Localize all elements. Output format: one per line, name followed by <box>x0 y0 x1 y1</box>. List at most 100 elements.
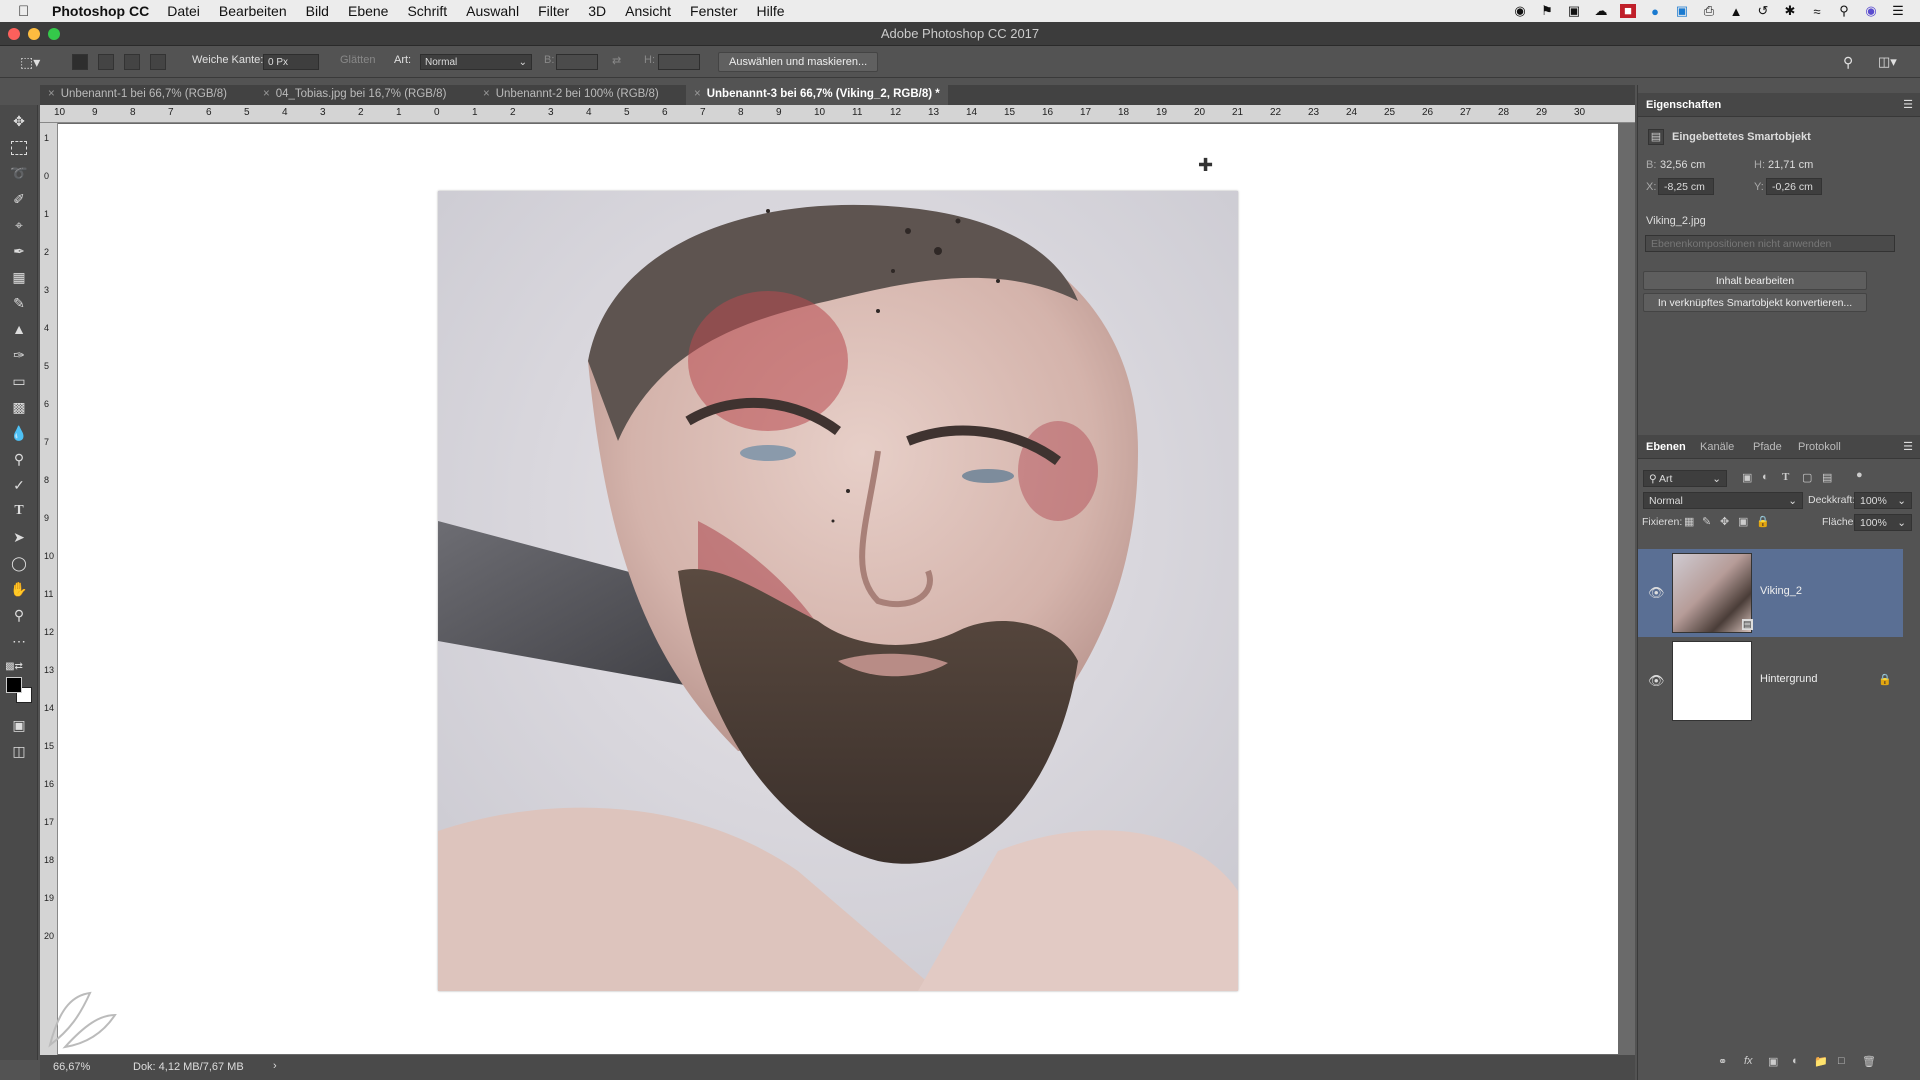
opacity-input[interactable]: 100% ⌄ <box>1854 492 1912 509</box>
lasso-tool-icon[interactable]: ➰ <box>9 163 29 183</box>
close-tab-icon[interactable]: × <box>263 88 270 100</box>
width-value[interactable]: 32,56 cm <box>1660 159 1705 171</box>
eyedropper-tool-icon[interactable]: ✒ <box>9 241 29 261</box>
layer-filter-select[interactable]: ⚲ Art ⌄ <box>1643 470 1727 487</box>
panel-menu-icon[interactable]: ☰ <box>1903 98 1913 111</box>
width-input[interactable] <box>556 54 598 70</box>
notification-center-icon[interactable]: ☰ <box>1890 3 1906 19</box>
menu-schrift[interactable]: Schrift <box>407 3 447 19</box>
layer-lock-icon[interactable]: 🔒 <box>1878 673 1892 686</box>
convert-to-linked-button[interactable]: In verknüpftes Smartobjekt konvertieren.… <box>1643 293 1867 312</box>
style-select[interactable]: Normal ⌄ <box>420 54 532 70</box>
screen-mode-icon[interactable]: ◫ <box>9 741 29 761</box>
add-mask-icon[interactable]: ▣ <box>1768 1055 1778 1068</box>
filter-adjustment-icon[interactable]: ◐ <box>1762 471 1769 483</box>
filter-shape-icon[interactable]: ▢ <box>1802 471 1812 484</box>
menu-bearbeiten[interactable]: Bearbeiten <box>219 3 287 19</box>
record-icon[interactable]: ◉ <box>1512 3 1528 19</box>
tab-ebenen[interactable]: Ebenen <box>1646 441 1686 453</box>
layer-style-fx-icon[interactable]: fx <box>1744 1055 1753 1067</box>
layer-name[interactable]: Viking_2 <box>1760 585 1802 597</box>
y-position-input[interactable]: -0,26 cm <box>1766 178 1822 195</box>
time-machine-icon[interactable]: ↺ <box>1755 3 1771 19</box>
wifi-icon[interactable]: ≈ <box>1809 4 1825 19</box>
subtract-selection-icon[interactable] <box>124 54 140 70</box>
height-input[interactable] <box>658 54 700 70</box>
ellipse-tool-icon[interactable]: ◯ <box>9 553 29 573</box>
type-tool-icon[interactable]: T <box>9 501 29 521</box>
hand-tool-icon[interactable]: ✋ <box>9 579 29 599</box>
lock-position-icon[interactable]: ✥ <box>1720 515 1729 528</box>
quick-selection-tool-icon[interactable]: ✐ <box>9 189 29 209</box>
lock-pixels-icon[interactable]: ✎ <box>1702 515 1711 528</box>
tab-protokoll[interactable]: Protokoll <box>1798 441 1841 453</box>
x-position-input[interactable]: -8,25 cm <box>1658 178 1714 195</box>
menu-3d[interactable]: 3D <box>588 3 606 19</box>
lock-transparency-icon[interactable]: ▦ <box>1684 515 1694 528</box>
cloud-icon[interactable]: ☁ <box>1593 3 1609 19</box>
properties-title[interactable]: Eigenschaften <box>1646 99 1721 111</box>
app-blue-icon[interactable]: ● <box>1647 4 1663 19</box>
filter-pixel-icon[interactable]: ▣ <box>1742 471 1752 484</box>
apple-icon[interactable]:  <box>18 3 38 20</box>
close-tab-icon[interactable]: × <box>48 88 55 100</box>
status-menu-arrow-icon[interactable]: › <box>273 1060 277 1072</box>
viking-photo[interactable] <box>438 191 1238 991</box>
lock-artboard-icon[interactable]: ▣ <box>1738 515 1748 528</box>
clone-stamp-tool-icon[interactable]: ▲ <box>9 319 29 339</box>
link-layers-icon[interactable]: ⚭ <box>1718 1055 1727 1068</box>
filter-type-icon[interactable]: T <box>1782 471 1789 483</box>
zoom-tool-icon[interactable]: ⚲ <box>9 605 29 625</box>
printer-icon[interactable]: ⎙ <box>1701 3 1717 19</box>
blend-mode-select[interactable]: Normal ⌄ <box>1643 492 1803 509</box>
path-selection-tool-icon[interactable]: ➤ <box>9 527 29 547</box>
bluetooth-icon[interactable]: ✱ <box>1782 3 1798 19</box>
flag-icon[interactable]: ⚑ <box>1539 3 1555 19</box>
layer-name[interactable]: Hintergrund <box>1760 673 1817 685</box>
new-selection-icon[interactable] <box>72 54 88 70</box>
lock-all-icon[interactable]: 🔒 <box>1756 515 1770 528</box>
layer-row-viking-2[interactable]: 👁 ▤ Viking_2 <box>1638 549 1903 637</box>
app-blue-square-icon[interactable]: ▣ <box>1674 3 1690 19</box>
crop-tool-icon[interactable]: ⌖ <box>9 215 29 235</box>
new-group-icon[interactable]: 📁 <box>1814 1055 1828 1068</box>
default-colors-icon[interactable]: ▩⇄ <box>4 657 24 677</box>
tab-kanaele[interactable]: Kanäle <box>1700 441 1734 453</box>
tab-unbenannt-3[interactable]: × Unbenannt-3 bei 66,7% (Viking_2, RGB/8)… <box>686 85 948 105</box>
soft-edge-input[interactable]: 0 Px <box>263 54 319 70</box>
menu-bild[interactable]: Bild <box>306 3 329 19</box>
intersect-selection-icon[interactable] <box>150 54 166 70</box>
menu-ansicht[interactable]: Ansicht <box>625 3 671 19</box>
app-red-icon[interactable]: ■ <box>1620 4 1636 18</box>
menu-filter[interactable]: Filter <box>538 3 569 19</box>
adjustment-layer-icon[interactable]: ◐ <box>1792 1055 1799 1067</box>
close-tab-icon[interactable]: × <box>483 88 490 100</box>
fill-input[interactable]: 100% ⌄ <box>1854 514 1912 531</box>
layer-comp-select[interactable]: Ebenenkompositionen nicht anwenden <box>1645 235 1895 252</box>
select-and-mask-button[interactable]: Auswählen und maskieren... <box>718 52 879 72</box>
filter-toggle-icon[interactable]: ● <box>1856 469 1863 481</box>
antialias-checkbox[interactable]: Glätten <box>340 54 375 66</box>
foreground-color-swatch[interactable] <box>6 677 22 693</box>
zoom-level[interactable]: 66,67% <box>53 1061 90 1073</box>
menu-hilfe[interactable]: Hilfe <box>757 3 785 19</box>
brush-tool-icon[interactable]: ✎ <box>9 293 29 313</box>
airplay-icon[interactable]: ▲ <box>1728 4 1744 19</box>
layers-menu-icon[interactable]: ☰ <box>1903 440 1913 453</box>
spotlight-search-icon[interactable]: ⚲ <box>1836 3 1852 19</box>
edit-contents-button[interactable]: Inhalt bearbeiten <box>1643 271 1867 290</box>
more-tools-icon[interactable]: ⋯ <box>9 631 29 651</box>
visibility-eye-icon[interactable]: 👁 <box>1648 585 1665 601</box>
display-icon[interactable]: ▣ <box>1566 3 1582 19</box>
workspace-icon[interactable]: ◫▾ <box>1878 54 1897 70</box>
swap-icon[interactable]: ⇄ <box>612 54 621 67</box>
marquee-preset-icon[interactable]: ⬚▾ <box>20 54 40 71</box>
menu-datei[interactable]: Datei <box>167 3 200 19</box>
menu-app-name[interactable]: Photoshop CC <box>52 3 149 19</box>
delete-layer-icon[interactable]: 🗑 <box>1862 1055 1876 1068</box>
siri-icon[interactable]: ◉ <box>1863 3 1879 19</box>
tab-unbenannt-1[interactable]: × Unbenannt-1 bei 66,7% (RGB/8) <box>40 85 235 105</box>
pen-tool-icon[interactable]: ✓ <box>9 475 29 495</box>
layer-row-hintergrund[interactable]: 👁 Hintergrund 🔒 <box>1638 637 1903 725</box>
rectangle-marquee-tool-icon[interactable] <box>11 141 27 155</box>
